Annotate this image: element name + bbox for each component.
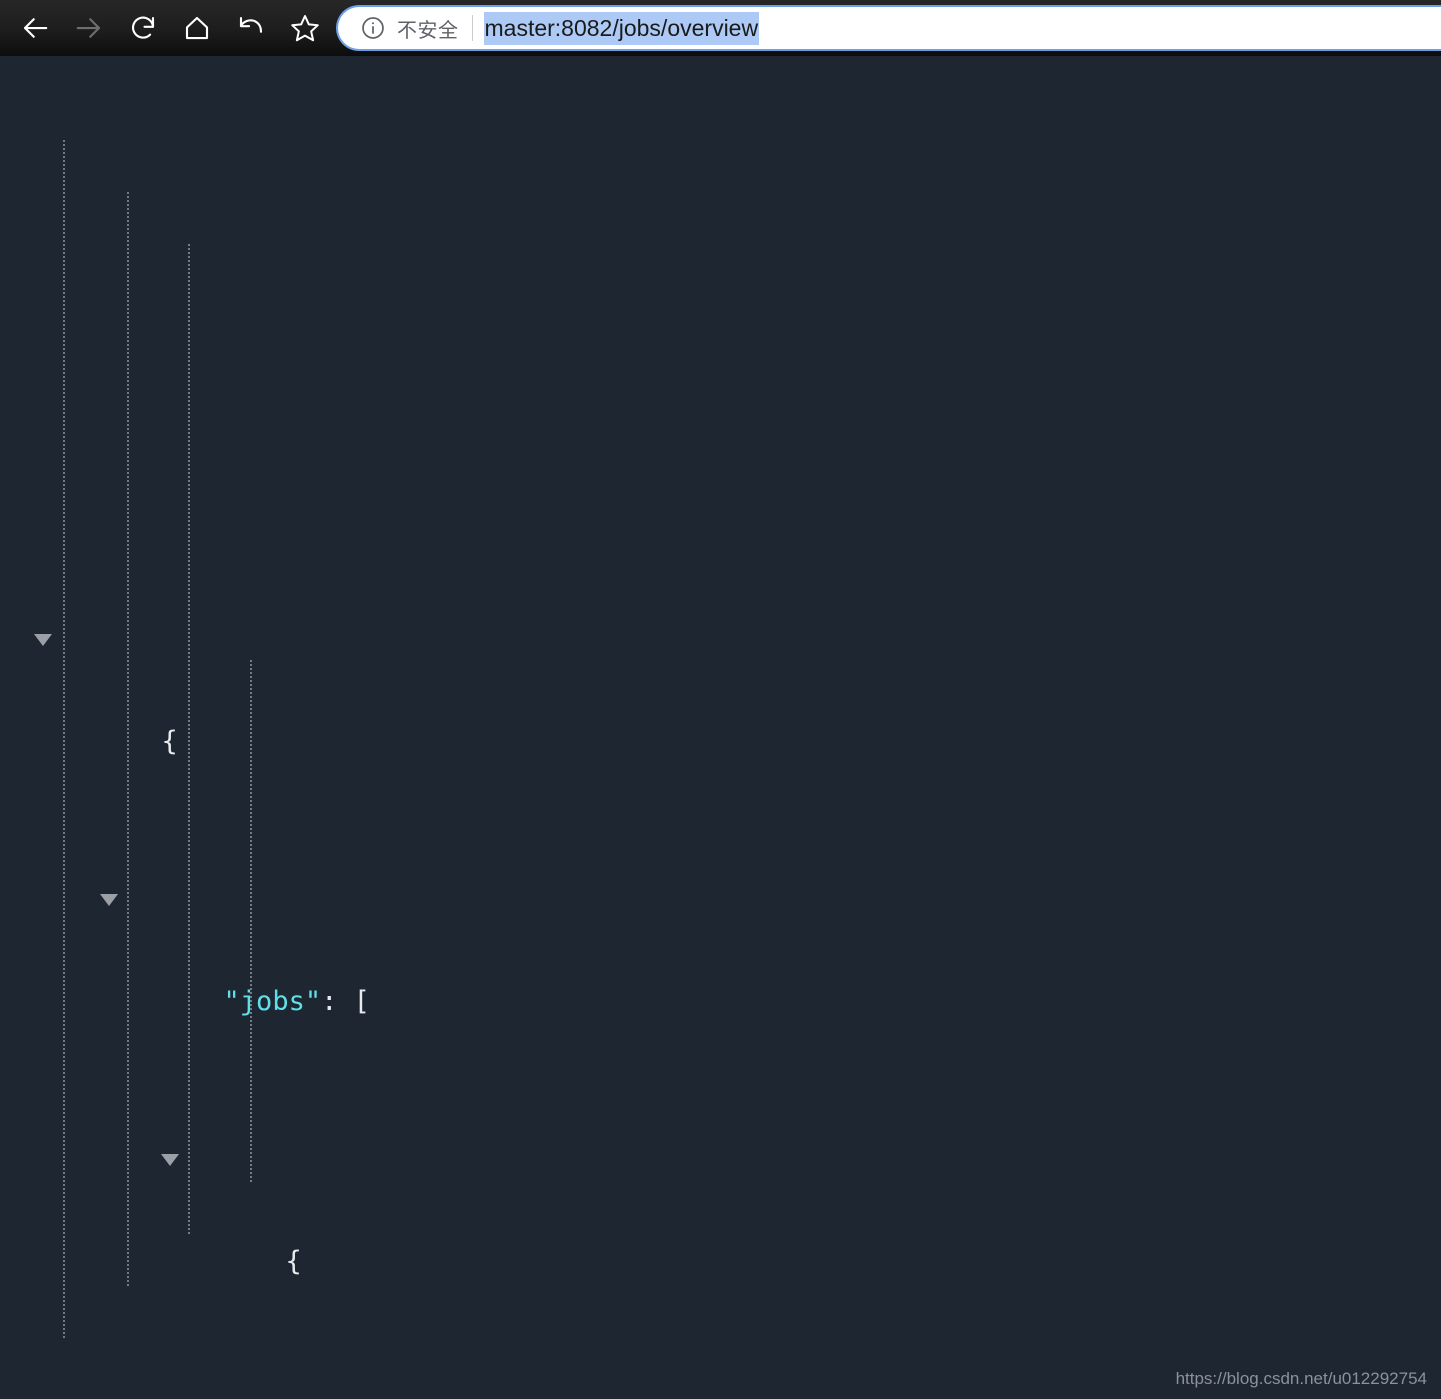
bookmark-button[interactable] xyxy=(278,5,332,51)
arrow-left-icon xyxy=(20,13,50,43)
undo-button[interactable] xyxy=(224,5,278,51)
browser-toolbar: 不安全 master:8082/jobs/overview xyxy=(0,0,1441,56)
reload-icon xyxy=(128,13,158,43)
json-line-jid: "jid": "48b35a7294f88453d4a77384a6534a22… xyxy=(0,1392,1441,1399)
json-line-root-open: { xyxy=(0,612,1441,757)
brace-open: { xyxy=(161,726,178,757)
brace-open-job: { xyxy=(285,1246,302,1277)
star-icon xyxy=(289,12,321,44)
json-line-jobs: "jobs": [ xyxy=(0,872,1441,1017)
json-document: { "jobs": [ { "jid": "48b35a7294f88453d4… xyxy=(0,56,1441,1399)
undo-arrow-icon xyxy=(236,13,266,43)
json-viewer-page: { "jobs": [ { "jid": "48b35a7294f88453d4… xyxy=(0,56,1441,1399)
home-button[interactable] xyxy=(170,5,224,51)
watermark-text: https://blog.csdn.net/u012292754 xyxy=(1175,1369,1427,1388)
forward-button[interactable] xyxy=(62,5,116,51)
collapse-triangle-jobs[interactable] xyxy=(100,894,118,906)
colon: : xyxy=(321,986,354,1017)
bracket-open: [ xyxy=(353,986,370,1017)
security-status-label: 不安全 xyxy=(397,17,459,42)
home-icon xyxy=(182,13,212,43)
arrow-right-icon xyxy=(74,13,104,43)
json-line-job-object-open: { xyxy=(0,1132,1441,1277)
indent-guide-level-2 xyxy=(188,244,190,1234)
reload-button[interactable] xyxy=(116,5,170,51)
url-input[interactable]: master:8082/jobs/overview xyxy=(483,11,760,45)
back-button[interactable] xyxy=(8,5,62,51)
collapse-triangle-job[interactable] xyxy=(161,1154,179,1166)
collapse-triangle-root[interactable] xyxy=(34,634,52,646)
info-circle-icon[interactable] xyxy=(360,15,386,41)
address-bar[interactable]: 不安全 master:8082/jobs/overview xyxy=(336,5,1441,51)
navigation-buttons xyxy=(0,0,332,56)
key-jobs: "jobs" xyxy=(223,986,322,1017)
omnibox-divider xyxy=(471,15,473,41)
